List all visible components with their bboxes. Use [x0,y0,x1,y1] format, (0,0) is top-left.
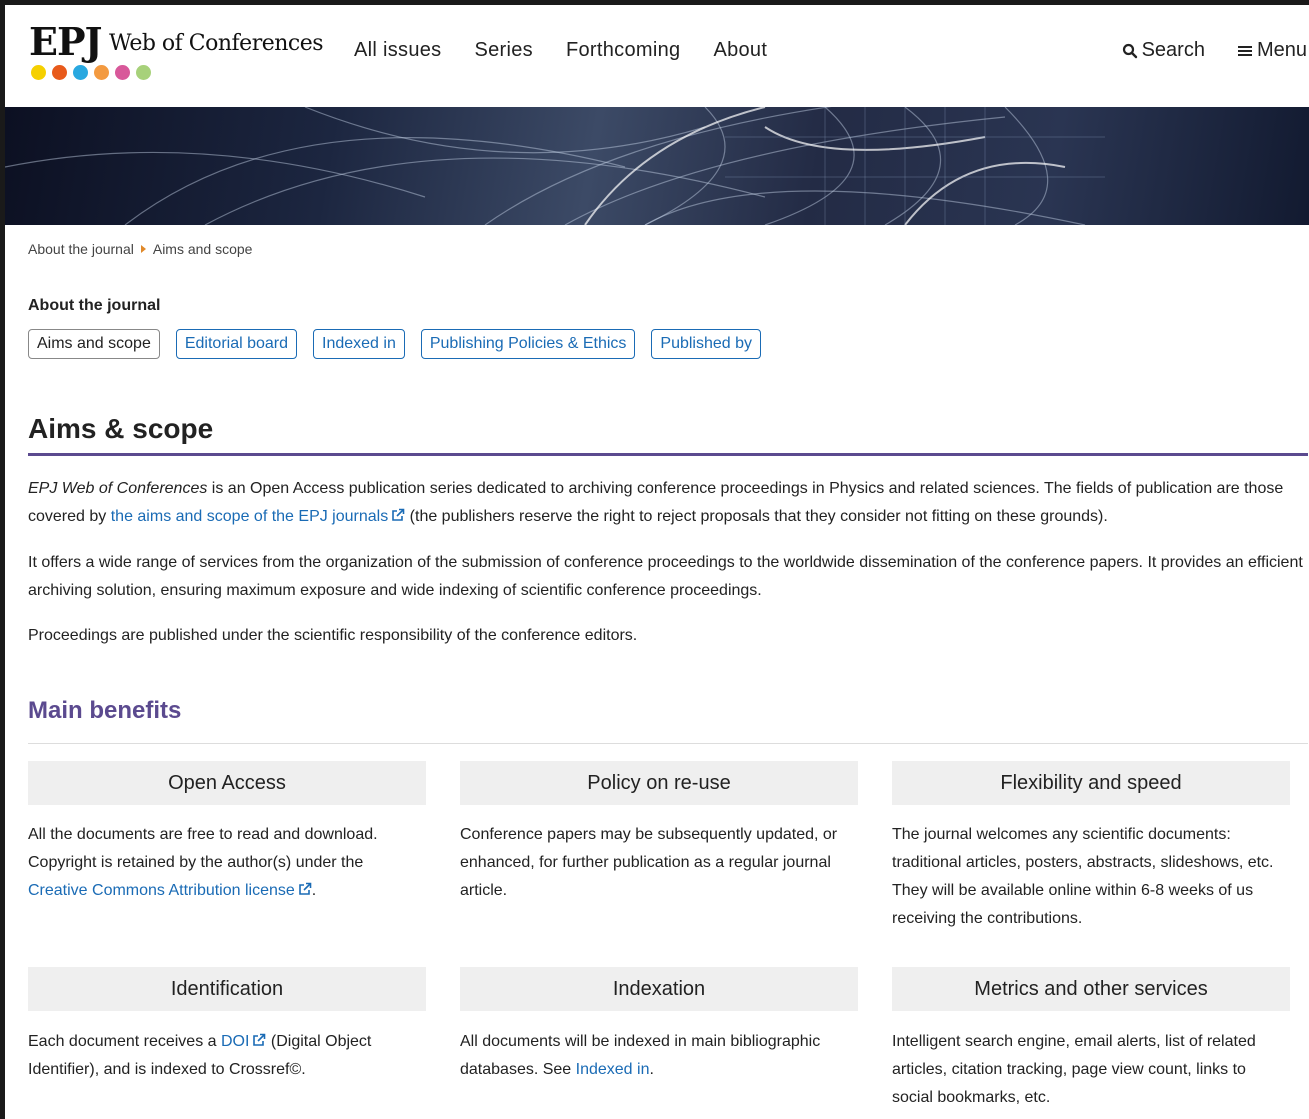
search-icon [1122,43,1137,58]
logo-name-text: Web of Conferences [109,31,324,56]
nav-forthcoming[interactable]: Forthcoming [566,39,680,62]
logo-dot [31,65,46,80]
benefit-flexibility: Flexibility and speed The journal welcom… [892,761,1290,933]
benefit-policy-reuse: Policy on re-use Conference papers may b… [460,761,858,905]
aims-scope-link[interactable]: the aims and scope of the EPJ journals [111,508,406,525]
tab-indexed-in[interactable]: Indexed in [313,329,405,359]
menu-label: Menu [1256,39,1307,61]
title-divider [28,453,1308,456]
banner-pattern [5,107,1105,225]
benefit-identification: Identification Each document receives a … [28,967,426,1084]
benefit-text: Each document receives a DOI (Digital Ob… [28,1028,426,1084]
doi-link[interactable]: DOI [221,1033,266,1050]
menu-button[interactable]: Menu [1237,39,1307,62]
aims-scope-link-text: the aims and scope of the EPJ journals [110,508,389,525]
tab-publishing-policies[interactable]: Publishing Policies & Ethics [420,329,636,359]
search-button[interactable]: Search [1122,39,1205,62]
subnav-tabs: Aims and scope Editorial board Indexed i… [28,329,762,359]
breadcrumb-current: Aims and scope [152,241,253,257]
nav-all-issues[interactable]: All issues [354,39,441,62]
responsibility-paragraph: Proceedings are published under the scie… [28,627,638,644]
intro-paragraph: EPJ Web of Conferences is an Open Access… [28,475,1303,531]
logo-dot [115,65,130,80]
benefit-text-after: . [311,882,317,899]
header-actions: Search Menu [1122,39,1307,62]
benefit-title: Policy on re-use [460,761,858,805]
benefit-text: Conference papers may be subsequently up… [460,826,838,899]
breadcrumb-arrow-icon [140,245,146,253]
logo-epj-text: EPJ [29,19,103,64]
services-paragraph: It offers a wide range of services from … [28,554,1303,599]
external-link-icon [298,882,312,895]
main-nav: All issues Series Forthcoming About [354,39,767,62]
benefit-text-a: Each document receives a [28,1033,221,1050]
logo-dots [31,65,151,80]
logo-dot [94,65,109,80]
benefit-text: Intelligent search engine, email alerts,… [892,1033,1256,1106]
cc-license-link[interactable]: Creative Commons Attribution license [28,882,312,899]
external-link-icon [392,508,405,521]
cc-license-link-text: Creative Commons Attribution license [28,882,295,899]
search-label: Search [1141,39,1205,61]
logo-dot [73,65,88,80]
hamburger-icon [1237,45,1252,56]
nav-about[interactable]: About [713,39,767,62]
benefit-metrics: Metrics and other services Intelligent s… [892,967,1290,1112]
intro-text-b: (the publishers reserve the right to rej… [405,508,1108,525]
nav-series[interactable]: Series [474,39,533,62]
site-header: EPJ Web of Conferences All issues Series… [5,5,1309,107]
benefit-text-b: . [649,1061,654,1078]
benefit-indexation: Indexation All documents will be indexed… [460,967,858,1084]
benefits-divider [28,743,1308,744]
benefit-text-a: All the documents are free to read and d… [28,826,378,871]
logo-dot [52,65,67,80]
doi-link-text: DOI [221,1033,250,1050]
hero-banner-image [5,107,1309,225]
subnav-label: About the journal [28,297,161,314]
tab-editorial-board[interactable]: Editorial board [175,329,298,359]
benefit-text: All documents will be indexed in main bi… [460,1028,858,1084]
benefit-title: Identification [28,967,426,1011]
journal-name: EPJ Web of Conferences [28,480,208,497]
benefit-open-access: Open Access All the documents are free t… [28,761,426,905]
page-title: Aims & scope [28,413,214,444]
logo-dot [136,65,151,80]
tab-aims-and-scope[interactable]: Aims and scope [28,329,160,359]
tab-published-by[interactable]: Published by [651,329,762,359]
benefit-title: Flexibility and speed [892,761,1290,805]
benefit-title: Open Access [28,761,426,805]
benefit-title: Metrics and other services [892,967,1290,1011]
benefit-title: Indexation [460,967,858,1011]
benefits-heading: Main benefits [28,697,182,724]
epj-logo[interactable]: EPJ Web of Conferences [29,19,329,89]
indexed-in-link[interactable]: Indexed in [576,1061,650,1078]
breadcrumb: About the journal Aims and scope [28,241,252,257]
benefit-text: The journal welcomes any scientific docu… [892,826,1274,927]
benefit-text: All the documents are free to read and d… [28,821,426,905]
external-link-icon [253,1033,266,1046]
breadcrumb-parent[interactable]: About the journal [28,241,134,257]
